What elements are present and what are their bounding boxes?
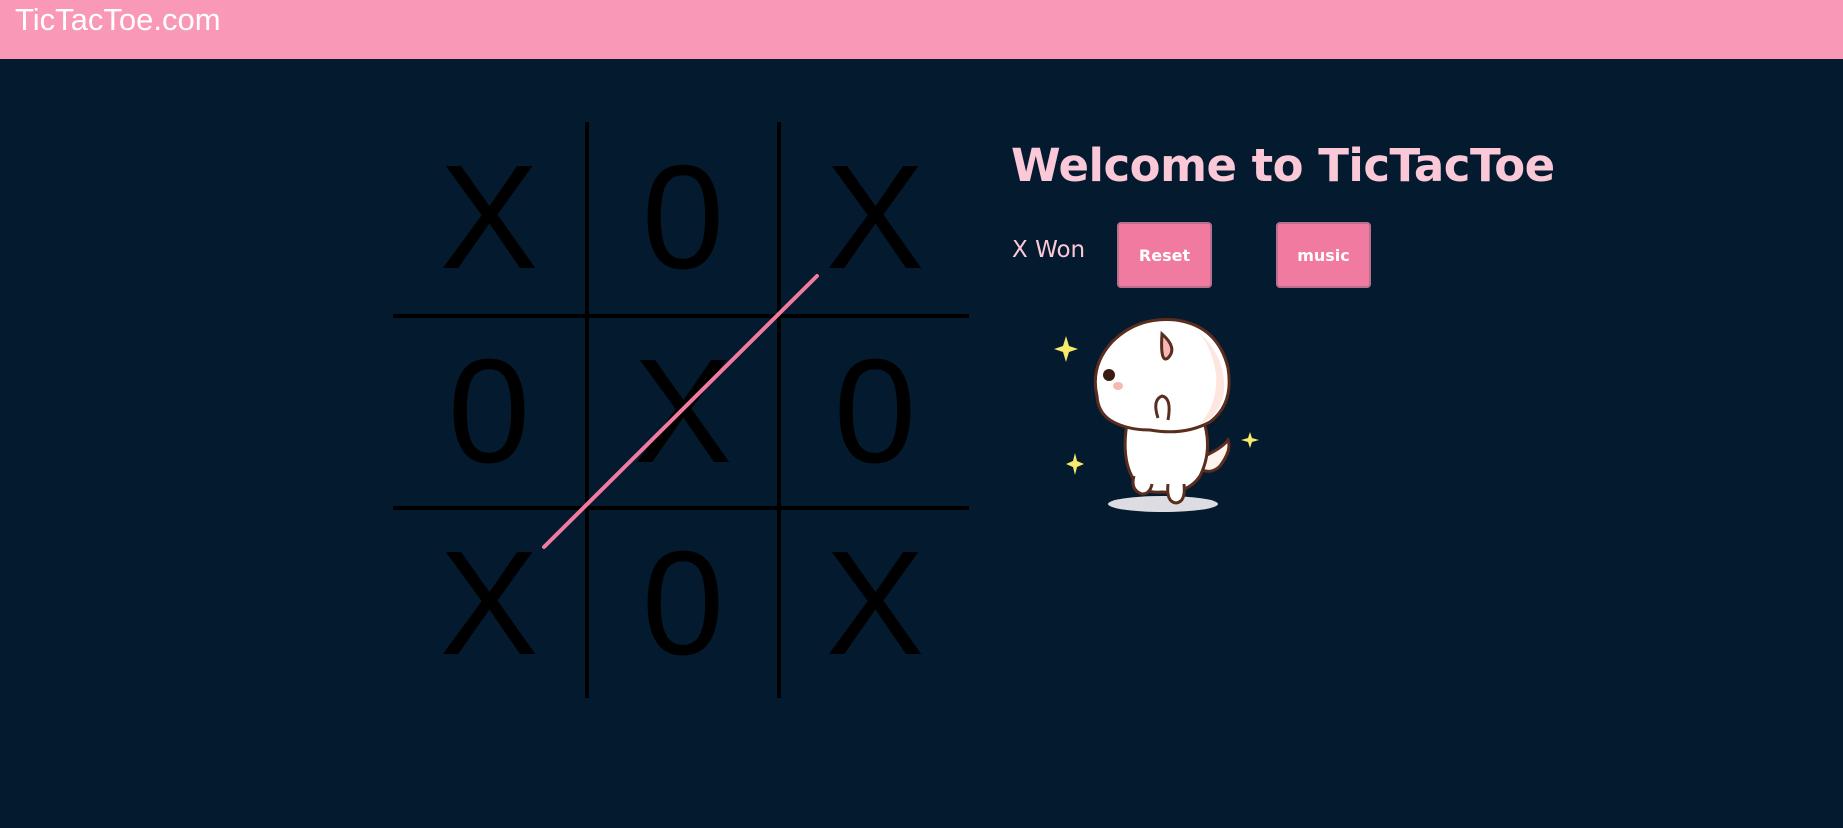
board-cell-1[interactable]: X — [393, 122, 585, 314]
game-board: X 0 X 0 X 0 X 0 X — [393, 122, 969, 698]
board-cell-5[interactable]: X — [585, 314, 777, 506]
page-title: Welcome to TicTacToe — [1011, 139, 1555, 192]
cute-cat-icon — [1054, 317, 1259, 512]
brand-name[interactable]: TicTacToe.com — [15, 2, 221, 38]
board-cell-3[interactable]: X — [777, 122, 969, 314]
board-cell-8[interactable]: 0 — [585, 506, 777, 698]
music-button[interactable]: music — [1276, 222, 1371, 288]
navbar: TicTacToe.com — [0, 0, 1843, 59]
board-cell-7[interactable]: X — [393, 506, 585, 698]
reset-button[interactable]: Reset — [1117, 222, 1212, 288]
info-panel: Welcome to TicTacToe — [1011, 138, 1555, 194]
board-cell-2[interactable]: 0 — [585, 122, 777, 314]
board-cell-4[interactable]: 0 — [393, 314, 585, 506]
board-cell-6[interactable]: 0 — [777, 314, 969, 506]
game-status: X Won — [1012, 237, 1086, 263]
board-cell-9[interactable]: X — [777, 506, 969, 698]
